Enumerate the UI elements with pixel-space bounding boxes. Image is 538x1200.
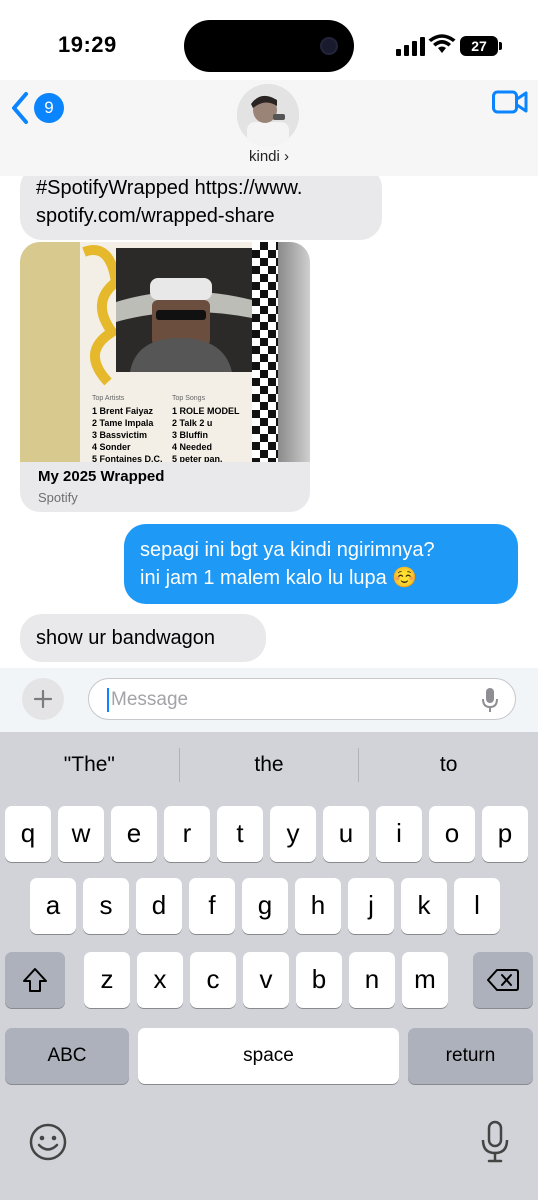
- battery-nub: [499, 42, 502, 50]
- top-artists-label: Top Artists: [92, 395, 125, 402]
- artist-item: 1 Brent Faiyaz: [92, 406, 154, 416]
- compose-bar: Message: [0, 668, 538, 732]
- song-item: 3 Bluffin: [172, 430, 208, 440]
- key-y[interactable]: y: [270, 806, 316, 862]
- message-input[interactable]: Message: [88, 678, 516, 720]
- link-preview-image: Top Artists Top Songs 1 Brent Faiyaz 2 T…: [20, 242, 310, 462]
- plus-button[interactable]: [22, 678, 64, 720]
- song-item: 1 ROLE MODEL: [172, 406, 240, 416]
- artist-item: 3 Bassvictim: [92, 430, 147, 440]
- key-n[interactable]: n: [349, 952, 395, 1008]
- link-preview-title: My 2025 Wrapped: [38, 468, 165, 485]
- mic-icon[interactable]: [481, 687, 499, 713]
- key-x[interactable]: x: [137, 952, 183, 1008]
- emoji-icon[interactable]: [28, 1122, 68, 1162]
- contact-avatar[interactable]: [237, 84, 299, 146]
- shift-key[interactable]: [5, 952, 65, 1008]
- message-line: #SpotifyWrapped https://www.: [36, 177, 303, 199]
- link-preview-card[interactable]: Top Artists Top Songs 1 Brent Faiyaz 2 T…: [20, 242, 310, 512]
- suggestion-item[interactable]: to: [359, 732, 538, 798]
- shift-icon: [23, 968, 47, 992]
- abc-key[interactable]: ABC: [5, 1028, 129, 1084]
- key-w[interactable]: w: [58, 806, 104, 862]
- key-u[interactable]: u: [323, 806, 369, 862]
- suggestion-item[interactable]: "The": [0, 732, 179, 798]
- song-item: 5 peter pan.: [172, 454, 223, 462]
- key-i[interactable]: i: [376, 806, 422, 862]
- key-h[interactable]: h: [295, 878, 341, 934]
- predictive-bar: "The" the to: [0, 732, 538, 798]
- key-p[interactable]: p: [482, 806, 528, 862]
- incoming-message[interactable]: show ur bandwagon: [20, 614, 266, 662]
- outgoing-message[interactable]: sepagi ini bgt ya kindi ngirimnya? ini j…: [124, 524, 518, 604]
- signal-icon: [396, 37, 425, 56]
- text-caret: [107, 688, 109, 712]
- backspace-icon: [487, 969, 519, 991]
- battery-icon: 27: [460, 36, 498, 56]
- key-z[interactable]: z: [84, 952, 130, 1008]
- key-g[interactable]: g: [242, 878, 288, 934]
- suggestion-item[interactable]: the: [180, 732, 359, 798]
- message-placeholder: Message: [111, 689, 189, 710]
- key-c[interactable]: c: [190, 952, 236, 1008]
- key-r[interactable]: r: [164, 806, 210, 862]
- facetime-icon[interactable]: [492, 90, 528, 114]
- back-button[interactable]: 9: [10, 88, 80, 128]
- dictation-icon[interactable]: [480, 1120, 510, 1164]
- artist-item: 2 Tame Impala: [92, 418, 154, 428]
- plus-icon: [33, 689, 53, 709]
- key-d[interactable]: d: [136, 878, 182, 934]
- message-thread[interactable]: #SpotifyWrapped https://www. spotify.com…: [0, 176, 538, 668]
- status-bar: 19:29 27: [0, 0, 538, 80]
- song-item: 4 Needed: [172, 442, 212, 452]
- key-q[interactable]: q: [5, 806, 51, 862]
- space-key[interactable]: space: [138, 1028, 399, 1084]
- message-line: spotify.com/wrapped-share: [36, 205, 275, 227]
- key-k[interactable]: k: [401, 878, 447, 934]
- back-chevron-icon: [12, 92, 28, 124]
- camera-icon: [320, 37, 338, 55]
- avatar-photo: [237, 84, 299, 146]
- return-key[interactable]: return: [408, 1028, 533, 1084]
- key-f[interactable]: f: [189, 878, 235, 934]
- wifi-icon: [428, 34, 456, 53]
- key-b[interactable]: b: [296, 952, 342, 1008]
- key-m[interactable]: m: [402, 952, 448, 1008]
- unread-count-badge: 9: [34, 93, 64, 123]
- contact-name[interactable]: kindi ›: [0, 148, 538, 165]
- top-songs-label: Top Songs: [172, 395, 206, 402]
- artist-item: 5 Fontaines D.C.: [92, 454, 163, 462]
- key-e[interactable]: e: [111, 806, 157, 862]
- keyboard: "The" the to q w e r t y u i o p a s d f…: [0, 732, 538, 1200]
- message-line: ini jam 1 malem kalo lu lupa ☺️: [140, 567, 418, 589]
- incoming-message-link-text[interactable]: #SpotifyWrapped https://www. spotify.com…: [20, 176, 382, 240]
- artist-item: 4 Sonder: [92, 442, 131, 452]
- key-v[interactable]: v: [243, 952, 289, 1008]
- conversation-header: 9 kindi ›: [0, 80, 538, 176]
- key-o[interactable]: o: [429, 806, 475, 862]
- dynamic-island: [184, 20, 354, 72]
- key-s[interactable]: s: [83, 878, 129, 934]
- key-a[interactable]: a: [30, 878, 76, 934]
- wrapped-artwork: Top Artists Top Songs 1 Brent Faiyaz 2 T…: [20, 242, 310, 462]
- key-l[interactable]: l: [454, 878, 500, 934]
- link-preview-source: Spotify: [38, 490, 78, 505]
- backspace-key[interactable]: [473, 952, 533, 1008]
- key-t[interactable]: t: [217, 806, 263, 862]
- key-j[interactable]: j: [348, 878, 394, 934]
- status-time: 19:29: [58, 32, 117, 57]
- song-item: 2 Talk 2 u: [172, 418, 212, 428]
- message-line: sepagi ini bgt ya kindi ngirimnya?: [140, 539, 435, 561]
